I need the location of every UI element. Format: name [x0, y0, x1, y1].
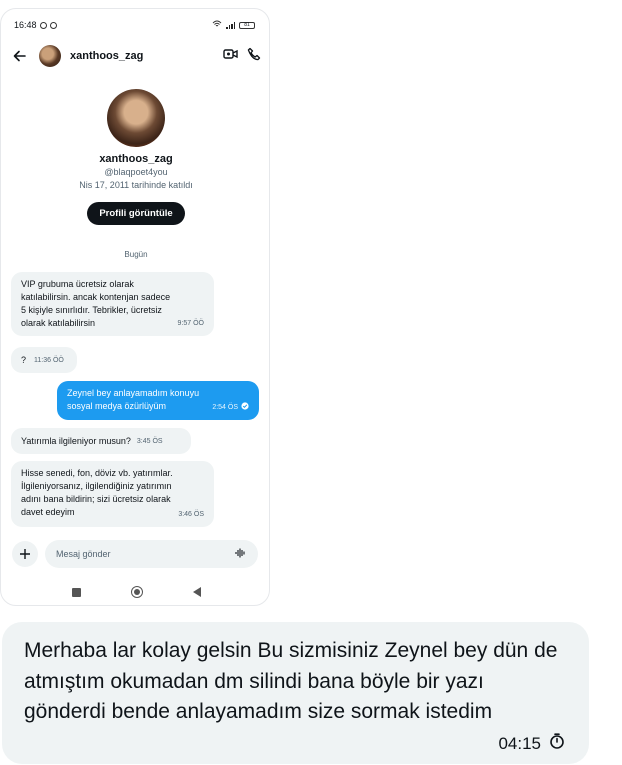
header-username[interactable]: xanthoos_zag [70, 50, 143, 62]
profile-handle: @blaqpoet4you [104, 167, 168, 177]
message-composer: Mesaj gönder [12, 539, 258, 569]
message-time: 3:46 ÖS [178, 511, 204, 518]
message-bubble[interactable]: Yatırımla ilgileniyor musun? 3:45 ÖS [11, 428, 191, 454]
message-text: ? [21, 354, 27, 365]
home-icon[interactable] [130, 586, 143, 598]
back-arrow-icon[interactable] [11, 48, 27, 64]
notification-icon [49, 21, 57, 29]
status-bar: 16:48 81 [14, 19, 255, 31]
nav-back-icon[interactable] [192, 587, 201, 597]
message-text: Hisse senedi, fon, döviz vb. yatırımlar.… [21, 468, 173, 517]
battery-level: 81 [244, 21, 250, 28]
alarm-icon [39, 21, 47, 29]
message-bubble[interactable]: Hisse senedi, fon, döviz vb. yatırımlar.… [11, 461, 214, 527]
voice-wave-icon[interactable] [235, 548, 246, 560]
message-time: 3:45 ÖS [136, 437, 163, 445]
status-time: 16:48 [14, 20, 37, 30]
message-bubble[interactable]: ? 11:36 ÖÖ [11, 347, 77, 373]
plus-icon[interactable] [12, 541, 38, 567]
view-profile-button[interactable]: Profili görüntüle [87, 202, 185, 225]
message-input[interactable]: Mesaj gönder [45, 540, 258, 568]
phone-screenshot: 16:48 81 xanthoos_zag xanthoos_zag @blaq… [0, 8, 270, 606]
wifi-icon [212, 20, 222, 30]
message-bubble-outgoing[interactable]: Zeynel bey anlayamadım konuyu sosyal med… [57, 381, 259, 420]
profile-avatar [107, 89, 165, 147]
timer-icon [549, 733, 565, 754]
profile-name: xanthoos_zag [99, 153, 173, 165]
message-time: 11:36 ÖÖ [34, 356, 64, 364]
date-separator: Bugün [124, 250, 148, 259]
chat-message-meta: 04:15 [498, 733, 565, 754]
android-nav-bar [1, 585, 269, 599]
message-bubble[interactable]: VIP grubuma ücretsiz olarak katılabilirs… [11, 272, 214, 336]
conversation-header: xanthoos_zag [11, 44, 261, 68]
chat-message-time: 04:15 [498, 733, 541, 753]
message-time: 2:54 ÖS [212, 404, 238, 411]
recents-icon[interactable] [71, 587, 81, 597]
message-text: Yatırımla ilgileniyor musun? [21, 435, 131, 446]
header-avatar[interactable] [39, 45, 61, 67]
message-time: 9:57 ÖÖ [177, 320, 204, 327]
message-input-placeholder: Mesaj gönder [56, 549, 111, 559]
read-check-icon [241, 401, 249, 414]
phone-call-icon[interactable] [247, 47, 261, 66]
profile-join-date: Nis 17, 2011 tarihinde katıldı [79, 180, 193, 190]
video-call-icon[interactable] [223, 47, 238, 65]
profile-card: xanthoos_zag @blaqpoet4you Nis 17, 2011 … [1, 89, 269, 225]
chat-message-text: Merhaba lar kolay gelsin Bu sizmisiniz Z… [24, 639, 558, 723]
battery-icon: 81 [239, 21, 255, 29]
chat-message-bubble[interactable]: Merhaba lar kolay gelsin Bu sizmisiniz Z… [2, 622, 589, 764]
signal-icon [226, 21, 235, 29]
